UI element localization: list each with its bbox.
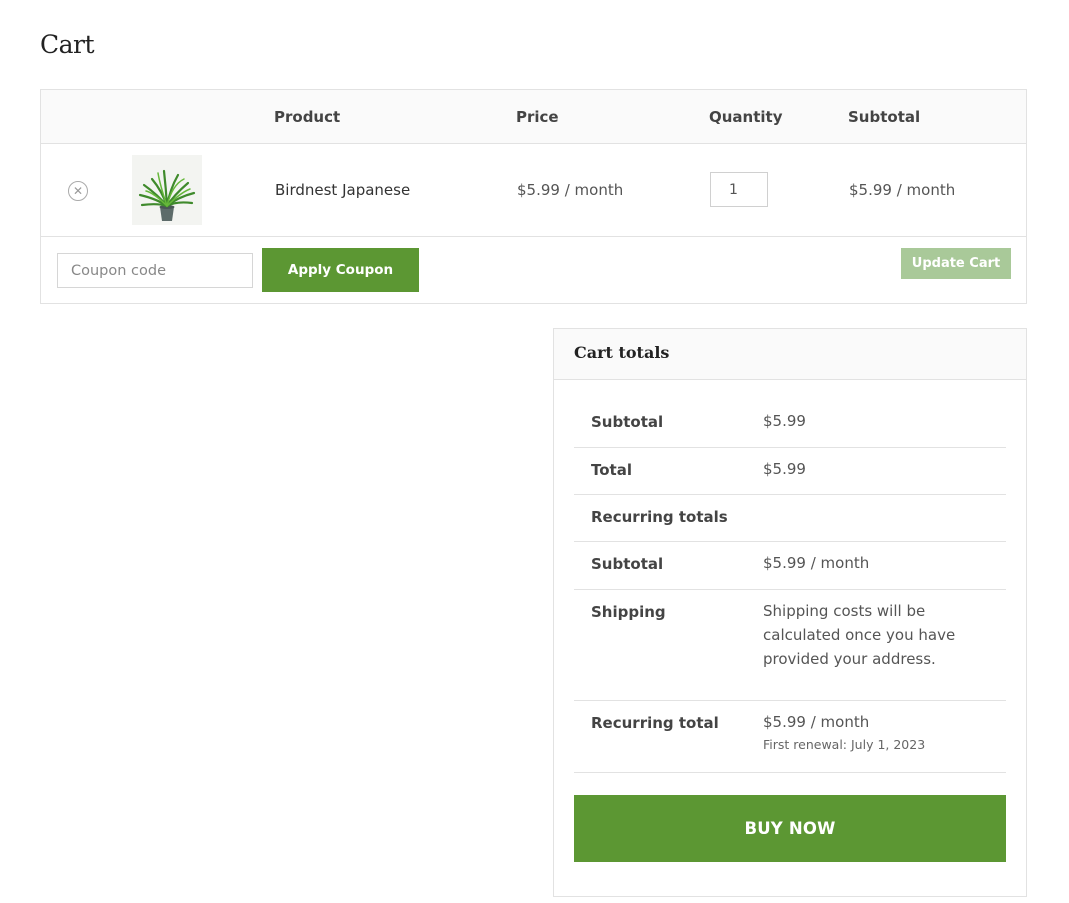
product-thumbnail[interactable] bbox=[132, 155, 202, 225]
recurring-subtotal-value: $5.99 / month bbox=[763, 554, 870, 572]
totals-row-recurring-heading: Recurring totals bbox=[574, 495, 1006, 542]
recurring-totals-heading: Recurring totals bbox=[591, 508, 728, 526]
cart-table-header: Product Price Quantity Subtotal bbox=[41, 90, 1026, 144]
cart-actions: Apply Coupon Update Cart bbox=[41, 237, 1026, 303]
cart-item-row: ✕ Birdnest Japanese $5.99 / month 1 $5.9… bbox=[41, 144, 1026, 237]
cart-totals-header: Cart totals bbox=[554, 329, 1026, 380]
totals-row-recurring-total: Recurring total $5.99 / month First rene… bbox=[574, 701, 1006, 773]
apply-coupon-button[interactable]: Apply Coupon bbox=[262, 248, 419, 292]
header-subtotal: Subtotal bbox=[848, 108, 921, 126]
remove-item-icon[interactable]: ✕ bbox=[68, 181, 88, 201]
totals-row-subtotal: Subtotal $5.99 bbox=[574, 400, 1006, 448]
recurring-total-value-group: $5.99 / month First renewal: July 1, 202… bbox=[763, 710, 1003, 755]
cart-totals: Cart totals Subtotal $5.99 Total $5.99 R… bbox=[553, 328, 1027, 897]
first-renewal-date: First renewal: July 1, 2023 bbox=[763, 737, 926, 752]
total-label: Total bbox=[591, 461, 632, 479]
subtotal-label: Subtotal bbox=[591, 413, 664, 431]
product-name-link[interactable]: Birdnest Japanese bbox=[275, 181, 410, 199]
header-product: Product bbox=[274, 108, 341, 126]
recurring-total-label: Recurring total bbox=[591, 714, 719, 732]
totals-row-shipping: Shipping Shipping costs will be calculat… bbox=[574, 590, 1006, 701]
subtotal-value: $5.99 bbox=[763, 412, 806, 430]
header-price: Price bbox=[516, 108, 559, 126]
item-price: $5.99 / month bbox=[517, 181, 624, 199]
header-quantity: Quantity bbox=[709, 108, 783, 126]
potted-plant-icon bbox=[138, 169, 196, 221]
totals-row-total: Total $5.99 bbox=[574, 448, 1006, 495]
item-subtotal: $5.99 / month bbox=[849, 181, 956, 199]
page-title: Cart bbox=[40, 30, 95, 59]
shipping-value: Shipping costs will be calculated once y… bbox=[763, 602, 956, 668]
buy-now-button[interactable]: BUY NOW bbox=[574, 795, 1006, 862]
coupon-code-input[interactable] bbox=[57, 253, 253, 288]
cart-totals-title: Cart totals bbox=[574, 343, 670, 362]
update-cart-button[interactable]: Update Cart bbox=[901, 248, 1011, 279]
quantity-input[interactable] bbox=[710, 172, 768, 207]
recurring-total-value: $5.99 / month bbox=[763, 713, 870, 731]
total-value: $5.99 bbox=[763, 460, 806, 478]
shipping-label: Shipping bbox=[591, 603, 666, 621]
cart-table: Product Price Quantity Subtotal ✕ Birdne… bbox=[40, 89, 1027, 304]
totals-row-recurring-subtotal: Subtotal $5.99 / month bbox=[574, 542, 1006, 590]
recurring-subtotal-label: Subtotal bbox=[591, 555, 664, 573]
